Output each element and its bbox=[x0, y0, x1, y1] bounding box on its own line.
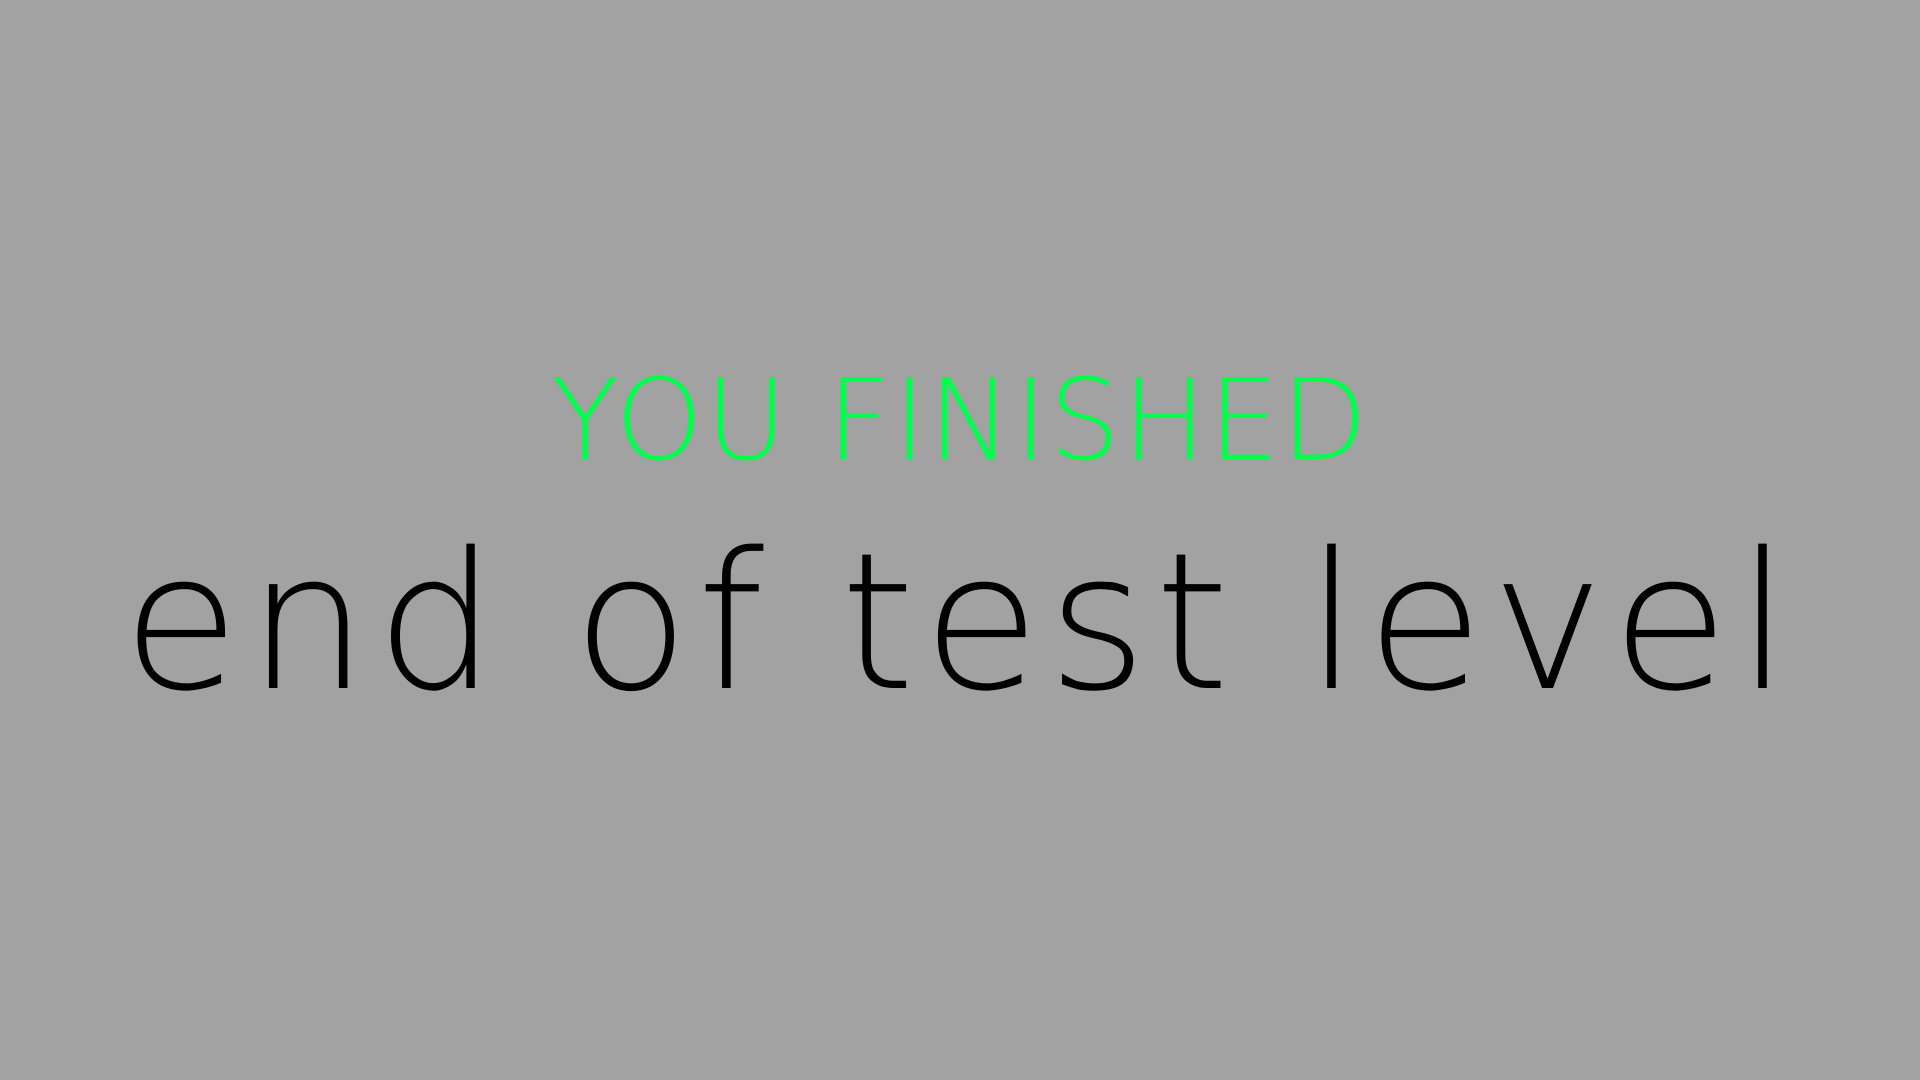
finished-headline: YOU FINISHED bbox=[550, 356, 1370, 486]
level-complete-screen: YOU FINISHED end of test level bbox=[0, 0, 1920, 1080]
level-name-title: end of test level bbox=[122, 512, 1798, 733]
